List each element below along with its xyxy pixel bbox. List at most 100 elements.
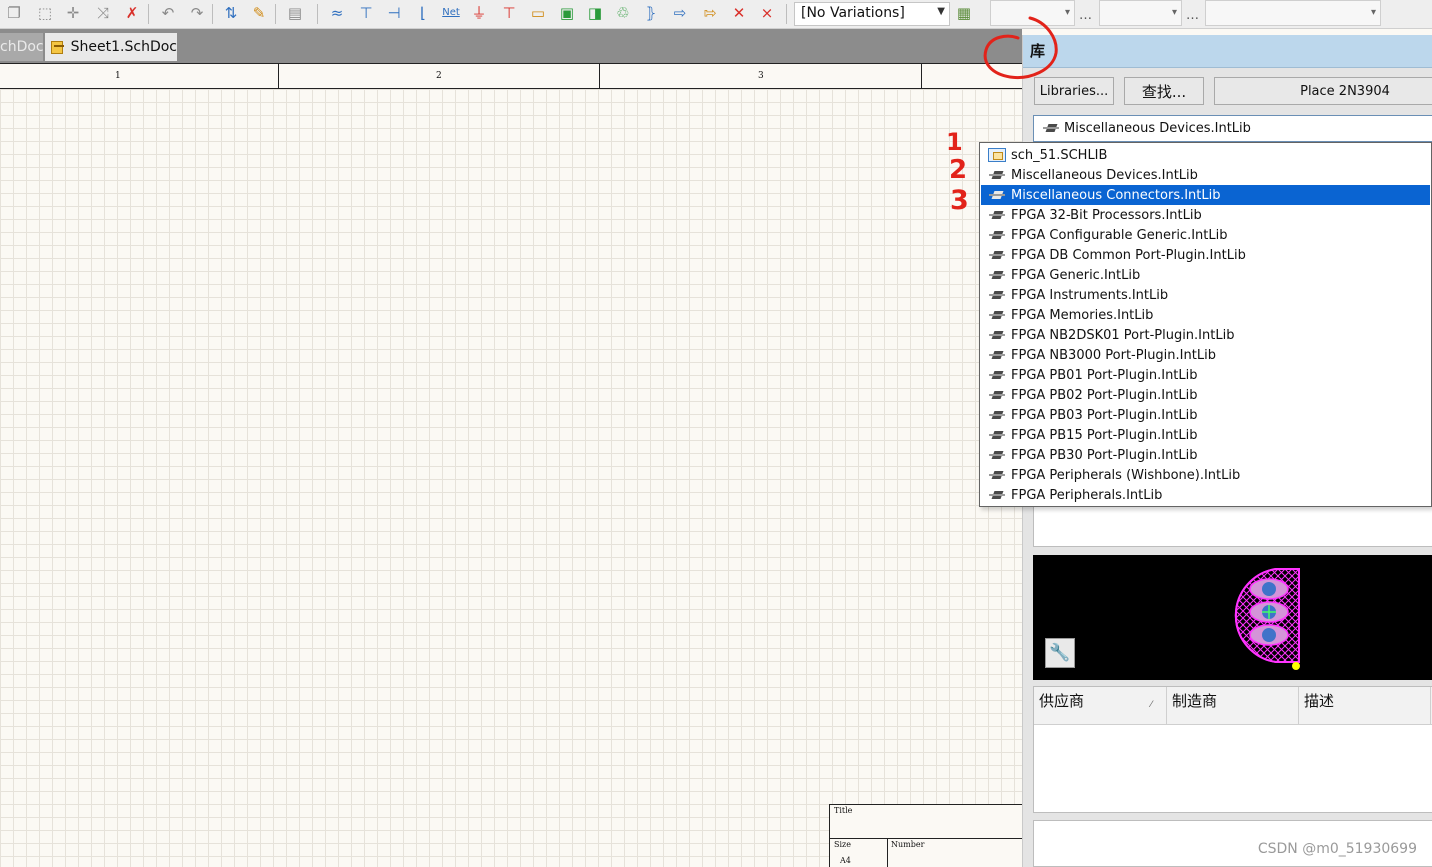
dropdown-item[interactable]: FPGA Peripherals.IntLib <box>981 485 1430 505</box>
toolbar-separator <box>212 4 213 24</box>
port-icon[interactable]: ⇰ <box>699 3 721 23</box>
variant-manager-icon[interactable]: ▦ <box>953 3 975 23</box>
dropdown-item-label: FPGA PB15 Port-Plugin.IntLib <box>1011 427 1198 443</box>
sheet-symbol-icon[interactable]: ▣ <box>556 3 578 23</box>
clear-filter-icon[interactable]: ✗ <box>121 3 143 23</box>
supplier-grid-header: 供应商 ⁄ 制造商 描述 <box>1034 687 1432 725</box>
integrated-library-icon <box>988 429 1006 442</box>
dropdown-item[interactable]: FPGA Generic.IntLib <box>981 265 1430 285</box>
dropdown-item[interactable]: FPGA Instruments.IntLib <box>981 285 1430 305</box>
ellipsis-icon[interactable]: … <box>1079 8 1092 23</box>
dropdown-item[interactable]: FPGA PB15 Port-Plugin.IntLib <box>981 425 1430 445</box>
integrated-library-icon <box>988 409 1006 422</box>
dropdown-item-label: FPGA 32-Bit Processors.IntLib <box>1011 207 1202 223</box>
dropdown-item[interactable]: Miscellaneous Devices.IntLib <box>981 165 1430 185</box>
title-block: Title Size Number A4 <box>829 804 1023 867</box>
integrated-library-icon <box>988 269 1006 282</box>
tab-previous-schdoc[interactable]: chDoc <box>0 33 43 61</box>
toolbar-combo-2[interactable]: ▾ <box>1099 0 1182 26</box>
schlib-icon <box>988 148 1006 162</box>
library-dropdown-list[interactable]: sch_51.SCHLIB Miscellaneous Devices.IntLi… <box>979 142 1432 507</box>
toolbar-separator <box>148 4 149 24</box>
library-select[interactable]: Miscellaneous Devices.IntLib <box>1033 115 1432 142</box>
vcc-port-icon[interactable]: ⊤ <box>498 3 520 23</box>
harness-connector-icon[interactable]: ⦄ <box>640 3 662 23</box>
size-label: Size <box>834 840 851 849</box>
move-icon[interactable]: ✛ <box>62 3 84 23</box>
dropdown-item[interactable]: FPGA Memories.IntLib <box>981 305 1430 325</box>
place-component-button[interactable]: Place 2N3904 <box>1214 77 1432 105</box>
integrated-library-icon <box>988 189 1006 202</box>
place-bus-entry-icon[interactable]: ⌊ <box>412 3 434 23</box>
dropdown-item[interactable]: FPGA NB3000 Port-Plugin.IntLib <box>981 345 1430 365</box>
dropdown-item[interactable]: FPGA NB2DSK01 Port-Plugin.IntLib <box>981 325 1430 345</box>
column-header-description[interactable]: 描述 <box>1299 687 1431 725</box>
dropdown-item[interactable]: FPGA Peripherals (Wishbone).IntLib <box>981 465 1430 485</box>
dropdown-item-label: FPGA PB02 Port-Plugin.IntLib <box>1011 387 1198 403</box>
library-select-value: Miscellaneous Devices.IntLib <box>1064 121 1251 136</box>
sheet-entry-icon[interactable]: ◨ <box>584 3 606 23</box>
search-button[interactable]: 查找... <box>1124 77 1204 105</box>
place-wire-icon[interactable]: ≈ <box>326 3 348 23</box>
device-sheet-icon[interactable]: ♲ <box>612 3 634 23</box>
place-bus-icon[interactable]: ⊤ <box>355 3 377 23</box>
dropdown-item[interactable]: FPGA Configurable Generic.IntLib <box>981 225 1430 245</box>
place-net-label-icon[interactable]: Net <box>440 3 462 23</box>
column-header-manufacturer[interactable]: 制造商 <box>1167 687 1299 725</box>
gnd-port-icon[interactable]: ⏚ <box>468 3 490 23</box>
integrated-library-icon <box>988 329 1006 342</box>
title-label: Title <box>834 806 853 815</box>
redo-icon[interactable]: ↷ <box>186 3 208 23</box>
toolbar-separator <box>317 4 318 24</box>
cross-probe-pen-icon[interactable]: ✎ <box>248 3 270 23</box>
compile-mask-icon[interactable]: ⨯ <box>756 3 778 23</box>
supplier-grid: 供应商 ⁄ 制造商 描述 <box>1033 686 1432 813</box>
select-rect-icon[interactable]: ⬚ <box>34 3 56 23</box>
ellipsis-icon[interactable]: … <box>1186 8 1199 23</box>
ruler-label-1: 1 <box>115 71 121 81</box>
column-header-supplier[interactable]: 供应商 ⁄ <box>1034 687 1167 725</box>
variations-select-value: [No Variations] <box>801 5 905 21</box>
harness-entry-icon[interactable]: ⇨ <box>669 3 691 23</box>
place-signal-harness-icon[interactable]: ⊣ <box>383 3 405 23</box>
schematic-document-icon <box>51 40 64 54</box>
cross-probe-icon[interactable]: ⤨ <box>92 3 114 23</box>
no-erc-icon[interactable]: ✕ <box>728 3 750 23</box>
browse-library-icon[interactable]: ▤ <box>284 3 306 23</box>
toolbar-separator <box>786 4 787 24</box>
integrated-library-icon <box>988 309 1006 322</box>
ruler-label-2: 2 <box>436 71 442 81</box>
dropdown-item[interactable]: FPGA PB30 Port-Plugin.IntLib <box>981 445 1430 465</box>
dropdown-item[interactable]: Miscellaneous Connectors.IntLib <box>981 185 1430 205</box>
dropdown-item-label: FPGA PB30 Port-Plugin.IntLib <box>1011 447 1198 463</box>
toolbar-combo-3[interactable]: ▾ <box>1205 0 1381 26</box>
column-header-label: 描述 <box>1304 692 1335 710</box>
integrated-library-icon <box>988 209 1006 222</box>
up-down-hierarchy-icon[interactable]: ⇅ <box>220 3 242 23</box>
dropdown-item-label: FPGA NB3000 Port-Plugin.IntLib <box>1011 347 1216 363</box>
dropdown-item[interactable]: FPGA PB03 Port-Plugin.IntLib <box>981 405 1430 425</box>
tab-label: Sheet1.SchDoc <box>70 39 177 55</box>
dropdown-item[interactable]: FPGA 32-Bit Processors.IntLib <box>981 205 1430 225</box>
chevron-down-icon: ▾ <box>1171 7 1177 18</box>
ruler-divider <box>599 64 600 89</box>
dropdown-item[interactable]: FPGA PB02 Port-Plugin.IntLib <box>981 385 1430 405</box>
dropdown-item-label: sch_51.SCHLIB <box>1011 147 1108 163</box>
dropdown-item[interactable]: FPGA DB Common Port-Plugin.IntLib <box>981 245 1430 265</box>
size-value: A4 <box>840 856 851 865</box>
number-label: Number <box>891 840 925 849</box>
wrench-icon[interactable]: 🔧 <box>1045 638 1075 668</box>
integrated-library-icon <box>988 289 1006 302</box>
copy-icon[interactable]: ❐ <box>3 3 25 23</box>
dropdown-item-label: FPGA Peripherals (Wishbone).IntLib <box>1011 467 1241 483</box>
variations-select[interactable]: [No Variations] ▼ <box>794 2 950 26</box>
integrated-library-icon <box>988 469 1006 482</box>
annotation-step-2: 2 <box>949 155 968 185</box>
schematic-sheet[interactable]: 1 2 3 Title Size Number A4 <box>0 63 1023 867</box>
ruler-divider <box>921 64 922 89</box>
dropdown-item[interactable]: sch_51.SCHLIB <box>981 145 1430 165</box>
undo-icon[interactable]: ↶ <box>157 3 179 23</box>
place-part-icon[interactable]: ▭ <box>527 3 549 23</box>
dropdown-item[interactable]: FPGA PB01 Port-Plugin.IntLib <box>981 365 1430 385</box>
tab-sheet1-schdoc[interactable]: Sheet1.SchDoc <box>45 33 177 61</box>
